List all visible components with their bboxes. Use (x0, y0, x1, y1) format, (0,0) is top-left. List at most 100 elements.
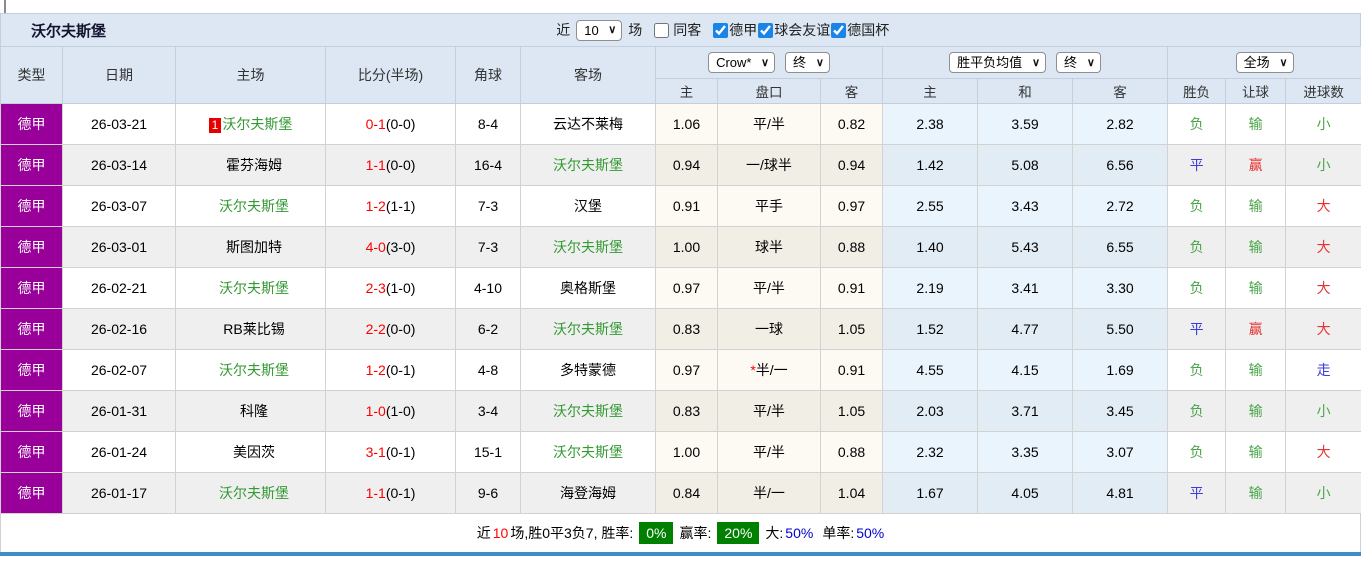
euro-away-odds-cell: 6.56 (1072, 144, 1169, 186)
euro-home-odds-cell: 1.42 (882, 144, 979, 186)
top-strip (0, 0, 1361, 13)
handicap-result-cell: 输 (1225, 472, 1287, 514)
halftime-score: (3-0) (385, 239, 416, 255)
summary-prefix: 近 (476, 525, 491, 541)
euro-away-odds-cell: 5.50 (1072, 308, 1169, 350)
corners-cell: 7-3 (455, 226, 521, 268)
same-venue-checkbox[interactable] (654, 22, 670, 38)
match-row: 德甲 26-03-07 沃尔夫斯堡 1-2(1-1) 7-3 汉堡 0.91 平… (0, 185, 1361, 227)
result-cell: 负 (1167, 349, 1227, 391)
asian-away-odds-cell: 0.88 (819, 431, 884, 473)
halftime-score: (1-0) (385, 403, 416, 419)
scope-select[interactable]: 全场 (1235, 52, 1294, 73)
halftime-score: (1-0) (385, 280, 416, 296)
league-cell: 德甲 (0, 267, 63, 309)
score-cell: 1-1(0-0) (325, 144, 456, 186)
asian-away-odds-cell: 0.97 (819, 185, 884, 227)
result-cell: 负 (1167, 267, 1227, 309)
goals-result-cell: 小 (1285, 144, 1361, 186)
asian-home-odds-cell: 0.91 (655, 185, 718, 227)
away-team: 海登海姆 (560, 485, 616, 501)
fulltime-score: 1-0 (365, 403, 386, 419)
handicap-line: 平/半 (753, 403, 785, 419)
table-header-row-1: 类型 日期 主场 比分(半场) 角球 客场 Crow* 终 胜平负均值 终 全场 (0, 46, 1361, 104)
date-cell: 26-01-31 (62, 390, 176, 432)
bookmaker-select[interactable]: Crow* (708, 52, 776, 73)
match-table: 类型 日期 主场 比分(半场) 角球 客场 Crow* 终 胜平负均值 终 全场 (0, 46, 1361, 514)
filter-german-cup-checkbox[interactable] (831, 22, 847, 38)
away-team: 云达不莱梅 (553, 116, 623, 132)
score-cell: 1-2(0-1) (325, 349, 456, 391)
filter-club-friendly-checkbox[interactable] (758, 22, 774, 38)
handicap-cell: 平/半 (717, 103, 821, 145)
goals-result-cell: 大 (1285, 226, 1361, 268)
match-row: 德甲 26-01-17 沃尔夫斯堡 1-1(0-1) 9-6 海登海姆 0.84… (0, 472, 1361, 514)
league-cell: 德甲 (0, 308, 63, 350)
euro-draw-odds-cell: 4.15 (977, 349, 1074, 391)
halftime-score: (0-1) (385, 444, 416, 460)
home-team: 科隆 (240, 403, 268, 419)
euro-home-odds-cell: 4.55 (882, 349, 979, 391)
away-team: 奥格斯堡 (560, 280, 616, 296)
handicap-cell: 平手 (717, 185, 821, 227)
score-cell: 1-2(1-1) (325, 185, 456, 227)
corners-cell: 7-3 (455, 185, 521, 227)
asian-home-odds-cell: 0.97 (655, 349, 718, 391)
away-team: 沃尔夫斯堡 (553, 444, 623, 460)
euro-away-odds-cell: 3.45 (1072, 390, 1169, 432)
goals-result-cell: 小 (1285, 390, 1361, 432)
handicap-result-cell: 输 (1225, 267, 1287, 309)
goals-result-cell: 大 (1285, 185, 1361, 227)
corners-cell: 15-1 (455, 431, 521, 473)
col-handicap: 盘口 (717, 78, 821, 104)
col-euro-home: 主 (882, 78, 979, 104)
big-label: 大: (765, 525, 784, 541)
match-row: 德甲 26-01-24 美因茨 3-1(0-1) 15-1 沃尔夫斯堡 1.00… (0, 431, 1361, 473)
handicap-line: 半/一 (753, 485, 785, 501)
away-cell: 云达不莱梅 (520, 103, 656, 145)
summary-record: 场,胜0平3负7, 胜率: (510, 525, 634, 541)
result-cell: 平 (1167, 144, 1227, 186)
away-cell: 奥格斯堡 (520, 267, 656, 309)
home-team: 沃尔夫斯堡 (222, 116, 293, 132)
home-cell: 科隆 (175, 390, 326, 432)
away-cell: 沃尔夫斯堡 (520, 226, 656, 268)
asian-odds-time-select[interactable]: 终 (784, 52, 830, 73)
home-team: 沃尔夫斯堡 (219, 362, 289, 378)
away-cell: 沃尔夫斯堡 (520, 144, 656, 186)
europe-odds-source-select[interactable]: 胜平负均值 (949, 52, 1047, 73)
away-cell: 沃尔夫斯堡 (520, 390, 656, 432)
goals-result-cell: 大 (1285, 267, 1361, 309)
corners-cell: 16-4 (455, 144, 521, 186)
halftime-score: (0-1) (385, 362, 416, 378)
league-cell: 德甲 (0, 185, 63, 227)
away-team: 沃尔夫斯堡 (553, 321, 623, 337)
matches-label: 场 (628, 22, 643, 38)
col-euro-away: 客 (1072, 78, 1169, 104)
euro-home-odds-cell: 1.67 (882, 472, 979, 514)
match-row: 德甲 26-02-07 沃尔夫斯堡 1-2(0-1) 4-8 多特蒙德 0.97… (0, 349, 1361, 391)
score-cell: 1-0(1-0) (325, 390, 456, 432)
fulltime-score: 1-2 (365, 198, 386, 214)
match-row: 德甲 26-02-21 沃尔夫斯堡 2-3(1-0) 4-10 奥格斯堡 0.9… (0, 267, 1361, 309)
euro-draw-odds-cell: 5.08 (977, 144, 1074, 186)
handicap-cell: 平/半 (717, 390, 821, 432)
league-cell: 德甲 (0, 226, 63, 268)
result-cell: 平 (1167, 472, 1227, 514)
recent-count-select[interactable]: 10 (576, 19, 623, 41)
single-pct: 50% (856, 525, 885, 541)
score-cell: 2-3(1-0) (325, 267, 456, 309)
europe-odds-group-header: 胜平负均值 终 (882, 46, 1169, 79)
home-cell: 斯图加特 (175, 226, 326, 268)
asian-away-odds-cell: 0.91 (819, 267, 884, 309)
corners-cell: 9-6 (455, 472, 521, 514)
win-rate-badge: 0% (639, 522, 674, 544)
euro-away-odds-cell: 3.07 (1072, 431, 1169, 473)
europe-odds-time-select[interactable]: 终 (1055, 52, 1101, 73)
rank-badge: 1 (208, 118, 222, 133)
home-team: 霍芬海姆 (226, 157, 282, 173)
handicap-line: 球半 (755, 239, 783, 255)
euro-home-odds-cell: 2.38 (882, 103, 979, 145)
filter-bundesliga-checkbox[interactable] (713, 22, 729, 38)
asian-away-odds-cell: 1.04 (819, 472, 884, 514)
